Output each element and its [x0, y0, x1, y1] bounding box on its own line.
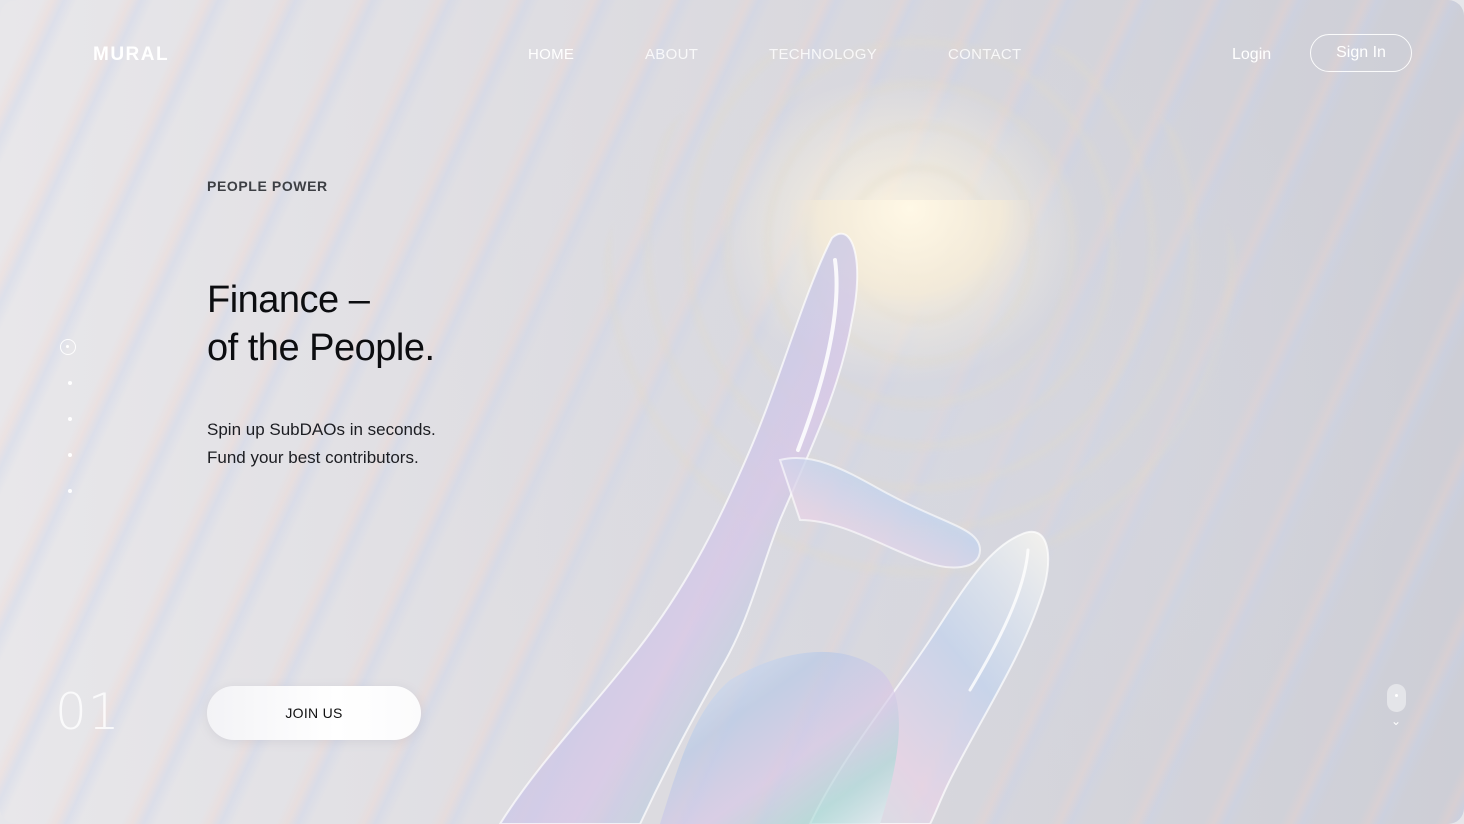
hero-headline: Finance – of the People. — [207, 276, 435, 372]
slide-dot-4[interactable] — [68, 453, 72, 457]
nav-item-about[interactable]: ABOUT — [645, 46, 698, 63]
slide-dot-5[interactable] — [68, 489, 72, 493]
login-link[interactable]: Login — [1232, 46, 1271, 64]
slide-dot-1-radio-dot-icon[interactable] — [60, 339, 76, 355]
slide-pagination — [60, 339, 80, 499]
landing-page: MURAL HOME ABOUT TECHNOLOGY CONTACT Logi… — [0, 0, 1464, 824]
nav-item-home[interactable]: HOME — [528, 46, 574, 63]
hero-eyebrow: PEOPLE POWER — [207, 178, 328, 194]
chevron-down-icon: ⌄ — [1391, 714, 1402, 728]
join-us-button[interactable]: JOIN US — [207, 686, 421, 740]
nav-item-technology[interactable]: TECHNOLOGY — [769, 46, 877, 63]
slide-dot-2[interactable] — [68, 381, 72, 385]
hero-subtext: Spin up SubDAOs in seconds. Fund your be… — [207, 416, 436, 472]
scroll-indicator[interactable]: ⌄ — [1386, 684, 1408, 732]
hero-subtext-line-1: Spin up SubDAOs in seconds. — [207, 420, 436, 439]
hero-headline-line-1: Finance – — [207, 279, 370, 321]
nav-item-contact[interactable]: CONTACT — [948, 46, 1021, 63]
slide-number: 01 — [55, 683, 121, 741]
sign-in-button[interactable]: Sign In — [1310, 34, 1412, 72]
brand-logo[interactable]: MURAL — [93, 44, 169, 66]
slide-dot-3[interactable] — [68, 417, 72, 421]
hero-headline-line-2: of the People. — [207, 327, 435, 369]
hero-subtext-line-2: Fund your best contributors. — [207, 448, 419, 467]
mouse-scroll-icon — [1387, 684, 1406, 712]
glass-hand-illustration — [498, 200, 1050, 824]
